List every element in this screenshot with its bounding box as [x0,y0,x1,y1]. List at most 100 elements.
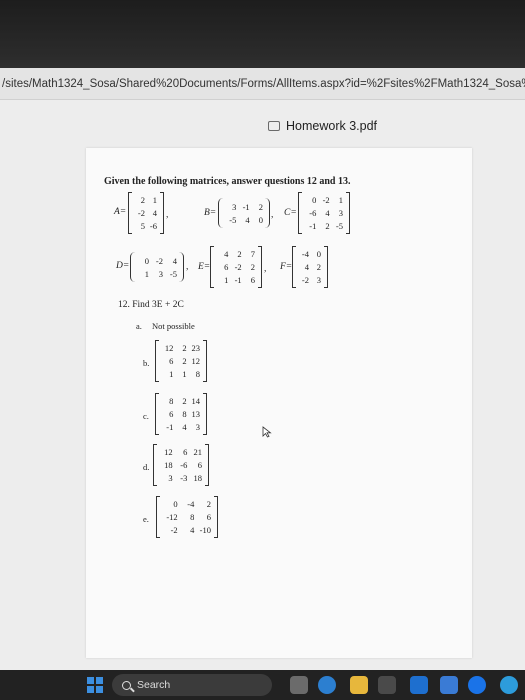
option-c-matrix: 8 2 14 6 8 13 -1 4 3 [155,393,207,435]
option-e-letter: e. [143,514,149,524]
taskbar-app-icon[interactable] [290,676,308,694]
option-a-letter: a. [136,321,142,331]
matrix-cell: 1 [152,195,157,206]
matrix-cell: 2 [258,201,263,212]
matrix-c: 0 -2 1 -6 4 3 -1 2 -5 [298,192,350,234]
matrix-cell: 12 [164,343,174,354]
matrix-cell: 8 [169,396,174,407]
matrix-cell: -6 [180,459,188,470]
matrix-b-comma: , [271,210,274,220]
matrix-cell: 3 [195,421,200,432]
matrix-cell: 7 [250,249,255,260]
matrix-cell: 6 [169,355,174,366]
matrix-d: 0 -2 4 1 3 -5 [130,252,184,282]
matrix-cell: 2 [182,396,187,407]
address-bar[interactable]: /sites/Math1324_Sosa/Shared%20Documents/… [0,68,525,100]
matrix-cell: 2 [140,195,145,206]
option-b-matrix: 12 2 23 6 2 12 1 1 8 [155,340,207,382]
edge-browser-icon[interactable] [500,676,518,694]
matrix-a: 2 1 -2 4 5 -6 [128,192,164,234]
matrix-cell: 0 [173,499,178,510]
matrix-cell: -12 [166,511,178,522]
matrix-cell: -6 [309,207,317,218]
matrix-cell: -2 [322,195,330,206]
matrix-cell: -2 [137,207,145,218]
matrix-cell: 2 [316,261,321,272]
matrix-cell: -2 [301,274,309,285]
matrix-cell: 5 [140,220,145,231]
option-b-letter: b. [143,358,150,368]
matrix-b: 3 -1 2 -5 4 0 [218,198,270,228]
matrix-cell: 2 [206,499,211,510]
option-c-letter: c. [143,411,149,421]
matrix-b-label: B= [204,208,217,218]
matrix-cell: 6 [206,511,211,522]
document-title: Homework 3.pdf [268,117,377,135]
matrix-cell: 0 [258,214,263,225]
matrix-cell: 3 [232,201,237,212]
matrix-cell: 21 [193,447,203,458]
matrix-cell: -1 [166,421,174,432]
option-d-letter: d. [143,462,150,472]
matrix-cell: 2 [250,261,255,272]
matrix-cell: 4 [182,421,187,432]
matrix-a-label: A= [114,207,127,217]
matrix-d-label: D= [116,261,130,271]
matrix-cell: 6 [250,274,255,285]
matrix-a-comma: , [166,210,169,220]
option-e-matrix: 0 -4 2 -12 8 6 -2 4 -10 [156,496,218,538]
matrix-cell: 2 [325,220,330,231]
search-icon [122,680,131,690]
matrix-cell: -5 [169,268,177,279]
folder-icon[interactable] [350,676,368,694]
matrix-cell: 8 [190,511,195,522]
matrix-cell: 2 [237,249,242,260]
matrix-cell: 2 [182,355,187,366]
option-d-matrix: 12 6 21 18 -6 6 3 -3 18 [153,444,209,486]
matrix-cell: 6 [183,447,188,458]
address-url: /sites/Math1324_Sosa/Shared%20Documents/… [2,78,525,90]
taskbar-search-label: Search [137,679,171,691]
taskbar-app-icon[interactable] [468,676,486,694]
matrix-cell: 2 [182,343,187,354]
matrix-cell: 4 [152,207,157,218]
matrix-e-comma: , [264,264,267,274]
matrix-cell: 3 [168,472,173,483]
matrix-cell: 0 [144,255,149,266]
document-title-text: Homework 3.pdf [286,119,378,133]
matrix-cell: -5 [229,214,237,225]
matrix-cell: 12 [164,447,173,458]
matrix-cell: -1 [234,274,242,285]
matrix-cell: 4 [190,524,195,535]
matrix-cell: -6 [149,220,157,231]
taskbar-search-box[interactable]: Search [112,674,272,696]
matrix-cell: 1 [144,268,149,279]
matrix-cell: -10 [199,524,211,535]
matrix-cell: 3 [158,268,163,279]
matrix-cell: -4 [301,249,309,260]
matrix-cell: -1 [309,220,317,231]
taskbar-app-icon[interactable] [440,676,458,694]
taskbar-app-icon[interactable] [378,676,396,694]
matrix-cell: 1 [224,274,229,285]
matrix-cell: -4 [187,499,195,510]
matrix-f: -4 0 4 2 -2 3 [292,246,328,288]
taskbar-app-icon[interactable] [318,676,336,694]
instruction-text: Given the following matrices, answer que… [104,176,351,187]
taskbar-app-icon[interactable] [410,676,428,694]
matrix-cell: 12 [191,355,200,366]
question-12: 12. Find 3E + 2C [118,300,184,310]
matrix-cell: 4 [304,261,309,272]
matrix-c-label: C= [284,208,297,218]
matrix-cell: -3 [180,472,188,483]
matrix-cell: 0 [316,249,321,260]
matrix-cell: 4 [172,255,177,266]
windows-start-icon[interactable] [87,677,103,693]
matrix-cell: 8 [195,368,200,379]
matrix-cell: -1 [242,201,250,212]
screen-top-bezel [0,0,525,68]
matrix-cell: -5 [335,220,343,231]
matrix-cell: 0 [312,195,317,206]
matrix-cell: 6 [224,261,229,272]
matrix-cell: 6 [197,459,202,470]
